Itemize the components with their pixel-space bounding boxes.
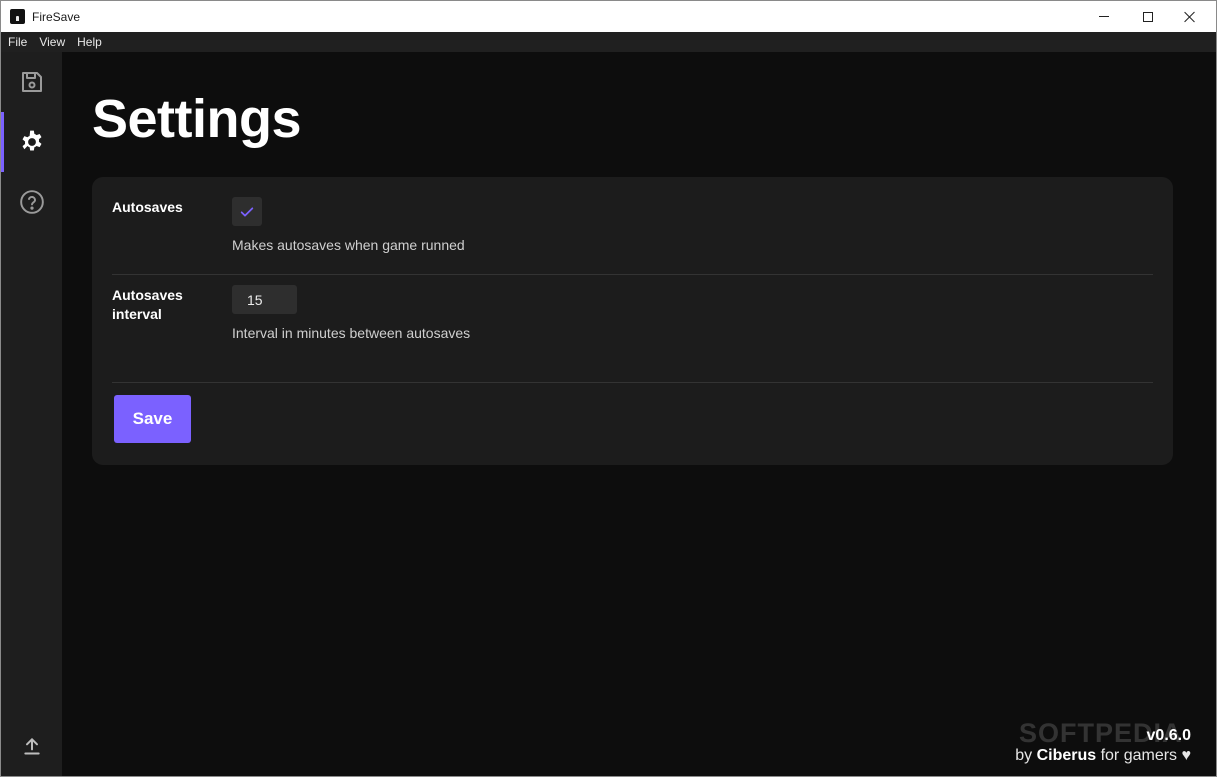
floppy-disk-icon bbox=[21, 72, 42, 92]
main-content: Settings Autosaves Makes autosaves when … bbox=[62, 52, 1216, 776]
minimize-icon bbox=[1099, 16, 1109, 17]
upload-icon bbox=[23, 738, 40, 755]
divider bbox=[112, 274, 1153, 275]
app-logo-icon bbox=[10, 9, 25, 24]
page-title: Settings bbox=[92, 89, 302, 149]
autosaves-checkbox[interactable] bbox=[232, 197, 262, 226]
version-label: v0.6.0 bbox=[1146, 727, 1191, 744]
app-window: FireSave File View Help Settings Autosav… bbox=[0, 0, 1217, 777]
autosaves-label: Autosaves bbox=[112, 199, 183, 215]
credit-author: Ciberus bbox=[1036, 747, 1097, 764]
window-title: FireSave bbox=[32, 10, 81, 24]
menu-view[interactable]: View bbox=[33, 32, 71, 52]
credit-text: by Ciberus for gamers ♥ bbox=[1015, 747, 1191, 765]
sidebar-item-help[interactable] bbox=[1, 172, 62, 232]
credit-prefix: by bbox=[1015, 747, 1037, 764]
menu-bar: File View Help bbox=[1, 32, 1216, 52]
divider bbox=[112, 382, 1153, 383]
sidebar-item-settings[interactable] bbox=[1, 112, 62, 172]
sidebar-item-saves[interactable] bbox=[1, 52, 62, 112]
maximize-button[interactable] bbox=[1125, 1, 1171, 32]
save-button[interactable]: Save bbox=[114, 395, 191, 443]
close-button[interactable] bbox=[1167, 1, 1213, 32]
credit-suffix: for gamers ♥ bbox=[1096, 747, 1191, 764]
question-circle-icon bbox=[19, 190, 44, 214]
sidebar bbox=[1, 52, 62, 776]
settings-card: Autosaves Makes autosaves when game runn… bbox=[92, 177, 1173, 465]
autosaves-interval-description: Interval in minutes between autosaves bbox=[232, 325, 471, 341]
autosaves-interval-label: Autosaves interval bbox=[112, 287, 183, 322]
maximize-icon bbox=[1143, 11, 1153, 22]
menu-help[interactable]: Help bbox=[71, 32, 108, 52]
menu-file[interactable]: File bbox=[1, 32, 33, 52]
title-bar[interactable]: FireSave bbox=[1, 1, 1216, 32]
close-icon bbox=[1184, 11, 1196, 23]
autosaves-interval-input[interactable] bbox=[232, 285, 297, 314]
autosaves-description: Makes autosaves when game runned bbox=[232, 237, 465, 253]
checkmark-icon bbox=[240, 206, 254, 217]
sidebar-item-upload[interactable] bbox=[1, 716, 62, 776]
minimize-button[interactable] bbox=[1081, 1, 1127, 32]
gear-icon bbox=[22, 130, 41, 151]
